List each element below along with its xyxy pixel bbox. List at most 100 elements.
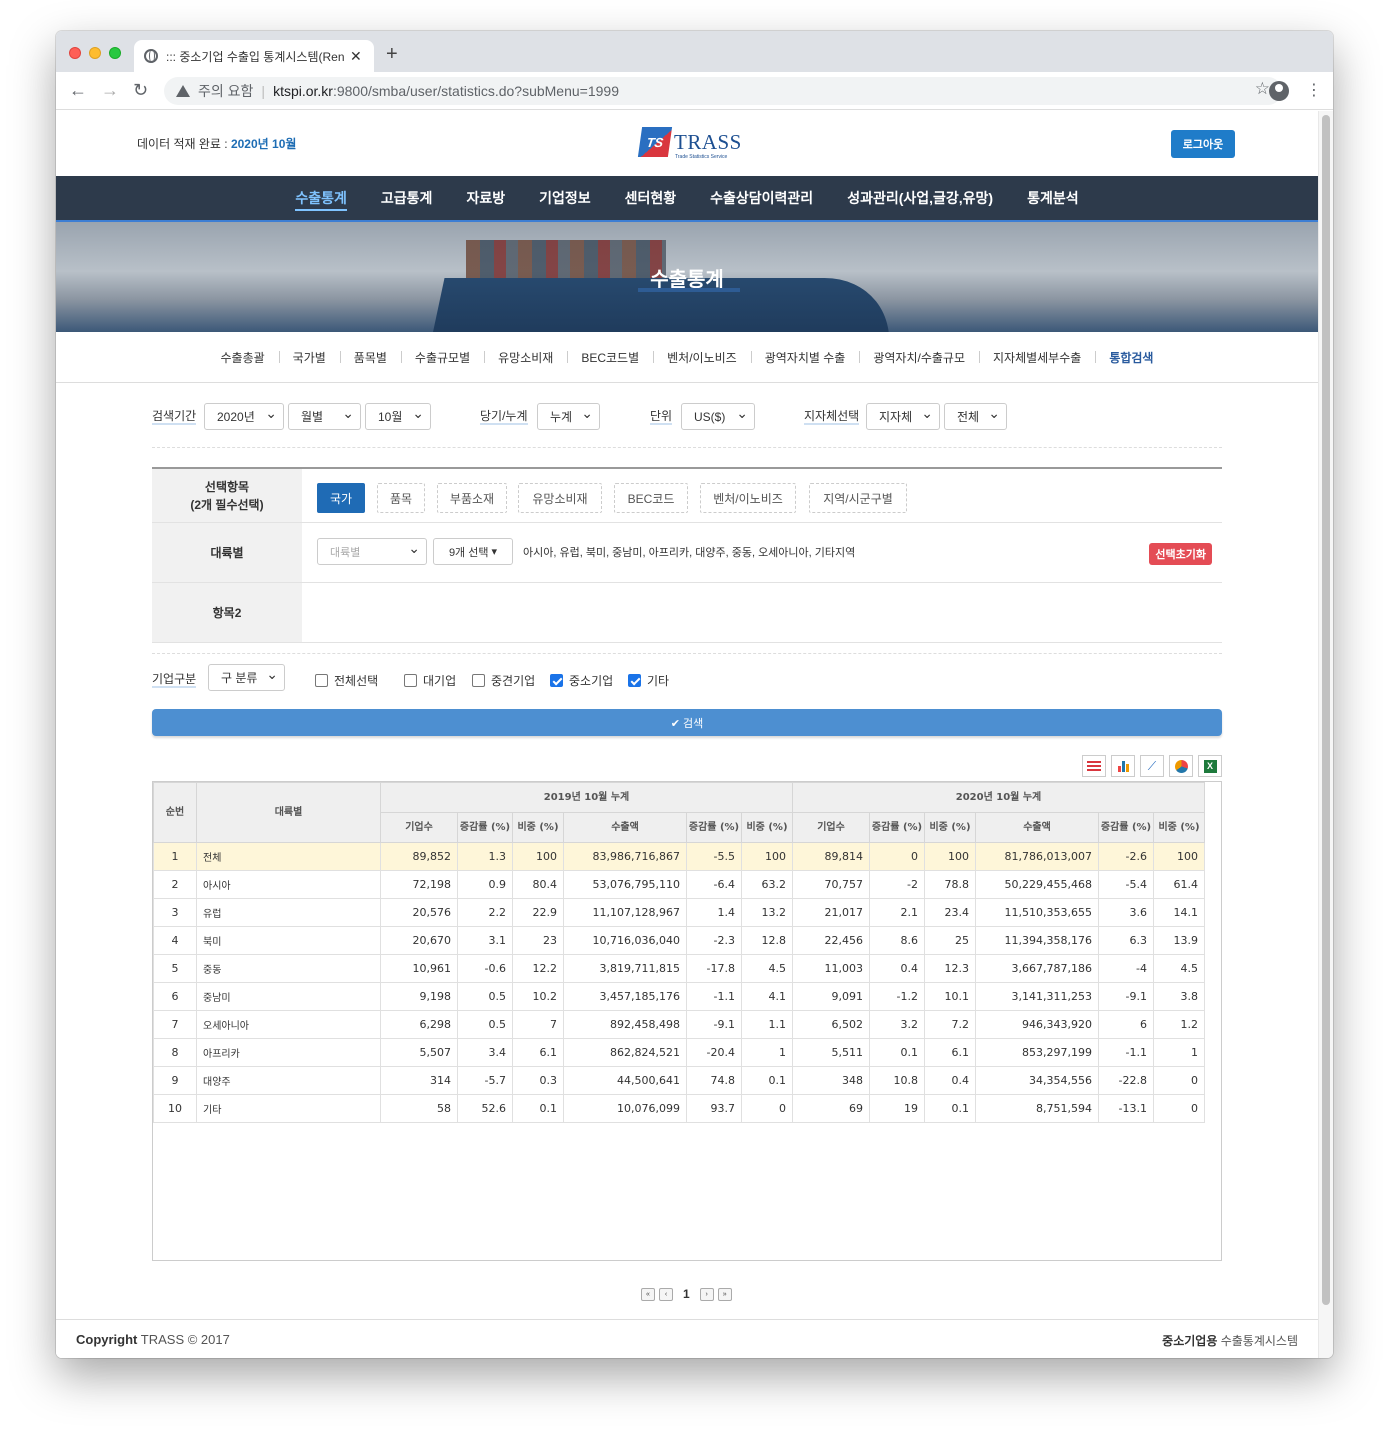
gnb-item-2[interactable]: 자료방 bbox=[449, 175, 522, 221]
chip-4[interactable]: BEC코드 bbox=[614, 483, 688, 513]
table-cell: 34,354,556 bbox=[975, 1066, 1099, 1095]
table-row[interactable]: 9 대양주 314 -5.7 0.3 44,500,641 74.8 0.1 348 10.8 0.… bbox=[153, 1066, 1205, 1095]
company-checkbox-3[interactable]: 중소기업 bbox=[550, 672, 613, 689]
subheader-0-5[interactable]: 비중 (%) bbox=[741, 812, 793, 843]
chip-5[interactable]: 벤처/이노비즈 bbox=[700, 483, 796, 513]
table-row[interactable]: 10 기타 58 52.6 0.1 10,076,099 93.7 0 69 19 0.1 8,751… bbox=[153, 1094, 1205, 1123]
year-select[interactable]: 2020년 bbox=[204, 403, 284, 430]
gnb-item-4[interactable]: 센터현황 bbox=[608, 175, 694, 221]
menu-kebab-icon[interactable]: ⋮ bbox=[1306, 80, 1322, 100]
table-row[interactable]: 8 아프리카 5,507 3.4 6.1 862,824,521 -20.4 1 5,511 0.… bbox=[153, 1038, 1205, 1067]
bar-chart-icon[interactable] bbox=[1111, 755, 1135, 777]
continent-select[interactable]: 대륙별 bbox=[317, 538, 427, 565]
checkbox-box[interactable] bbox=[404, 674, 417, 687]
gnb-item-3[interactable]: 기업정보 bbox=[522, 175, 608, 221]
subheader-0-3[interactable]: 수출액 bbox=[563, 812, 687, 843]
subheader-1-4[interactable]: 증감률 (%) bbox=[1098, 812, 1154, 843]
table-row[interactable]: 2 아시아 72,198 0.9 80.4 53,076,795,110 -6.4 63.2 7… bbox=[153, 870, 1205, 899]
lnb-item-8[interactable]: 광역자치/수출규모 bbox=[859, 349, 979, 366]
gnb-item-5[interactable]: 수출상담이력관리 bbox=[693, 175, 830, 221]
forward-icon[interactable]: → bbox=[101, 80, 119, 101]
bookmark-star-icon[interactable]: ☆ bbox=[1255, 79, 1270, 99]
table-row[interactable]: 6 중남미 9,198 0.5 10.2 3,457,185,176 -1.1 4.1 9,09… bbox=[153, 982, 1205, 1011]
lnb-item-0[interactable]: 수출총괄 bbox=[207, 349, 279, 366]
account-icon[interactable] bbox=[1269, 81, 1289, 101]
chip-2[interactable]: 부품소재 bbox=[437, 483, 507, 513]
lnb-item-6[interactable]: 벤처/이노비즈 bbox=[653, 349, 751, 366]
browser-tab[interactable]: ::: 중소기업 수출입 통계시스템(Renewal) ✕ bbox=[134, 40, 374, 72]
lnb-item-2[interactable]: 품목별 bbox=[339, 349, 401, 366]
chip-1[interactable]: 품목 bbox=[377, 483, 425, 513]
lnb-item-4[interactable]: 유망소비재 bbox=[484, 349, 567, 366]
scrollbar-thumb[interactable] bbox=[1322, 115, 1330, 1305]
address-bar[interactable]: 주의 요함 | ktspi.or.kr:9800/smba/user/stati… bbox=[164, 77, 1282, 105]
table-row[interactable]: 3 유럽 20,576 2.2 22.9 11,107,128,967 1.4 13.2 21,… bbox=[153, 898, 1205, 927]
checkbox-box[interactable] bbox=[628, 674, 641, 687]
next-page-icon[interactable]: › bbox=[699, 1287, 714, 1301]
continent-multiselect-button[interactable]: 9개 선택 ▾ bbox=[433, 538, 513, 565]
close-window-button[interactable] bbox=[69, 47, 81, 59]
back-icon[interactable]: ← bbox=[69, 80, 87, 101]
gnb-item-7[interactable]: 통계분석 bbox=[1010, 175, 1096, 221]
trass-logo[interactable]: TS TRASS Trade Statistics Service bbox=[637, 127, 742, 160]
local-value-select[interactable]: 전체 bbox=[944, 403, 1007, 430]
company-checkbox-1[interactable]: 대기업 bbox=[404, 672, 456, 689]
lnb-item-3[interactable]: 수출규모별 bbox=[400, 349, 484, 366]
col-header-no[interactable]: 순번 bbox=[153, 782, 197, 843]
chip-0[interactable]: 국가 bbox=[317, 483, 365, 513]
subheader-1-1[interactable]: 증감률 (%) bbox=[869, 812, 925, 843]
local-type-select[interactable]: 지자체 bbox=[866, 403, 940, 430]
prev-page-icon[interactable]: ‹ bbox=[659, 1287, 673, 1301]
lnb-item-1[interactable]: 국가별 bbox=[278, 349, 340, 366]
subheader-1-5[interactable]: 비중 (%) bbox=[1153, 812, 1205, 843]
line-chart-icon[interactable]: ⟋ bbox=[1140, 755, 1164, 777]
lnb-item-7[interactable]: 광역자치별 수출 bbox=[750, 349, 860, 366]
unit-select[interactable]: US($) bbox=[681, 403, 755, 430]
subheader-0-2[interactable]: 비중 (%) bbox=[512, 812, 564, 843]
new-tab-icon[interactable]: + bbox=[386, 43, 398, 66]
company-checkbox-2[interactable]: 중견기업 bbox=[472, 672, 535, 689]
close-tab-icon[interactable]: ✕ bbox=[350, 48, 362, 65]
subheader-0-4[interactable]: 증감률 (%) bbox=[686, 812, 742, 843]
excel-icon[interactable]: X bbox=[1198, 755, 1222, 777]
pie-chart-icon[interactable] bbox=[1169, 755, 1193, 777]
lnb-item-10[interactable]: 통합검색 bbox=[1095, 349, 1167, 366]
company-class-select[interactable]: 구 분류 bbox=[208, 664, 285, 691]
gnb-item-1[interactable]: 고급통계 bbox=[364, 175, 450, 221]
chip-3[interactable]: 유망소비재 bbox=[518, 483, 602, 513]
subheader-0-1[interactable]: 증감률 (%) bbox=[457, 812, 513, 843]
checkbox-box[interactable] bbox=[315, 674, 328, 687]
first-page-icon[interactable]: « bbox=[641, 1287, 655, 1301]
list-icon[interactable] bbox=[1082, 755, 1106, 777]
month-select[interactable]: 10월 bbox=[365, 403, 431, 430]
subheader-1-2[interactable]: 비중 (%) bbox=[924, 812, 976, 843]
reset-selection-button[interactable]: 선택초기화 bbox=[1149, 543, 1212, 565]
gnb-item-0[interactable]: 수출통계 bbox=[278, 175, 364, 221]
maximize-window-button[interactable] bbox=[109, 47, 121, 59]
search-button[interactable]: ✔ 검색 bbox=[152, 709, 1222, 736]
checkbox-box[interactable] bbox=[550, 674, 563, 687]
chip-6[interactable]: 지역/시군구별 bbox=[809, 483, 907, 513]
company-checkbox-0[interactable]: 전체선택 bbox=[315, 672, 378, 689]
cumulative-select[interactable]: 누계 bbox=[537, 403, 600, 430]
gnb-item-6[interactable]: 성과관리(사업,글강,유망) bbox=[830, 175, 1010, 221]
reload-icon[interactable]: ↻ bbox=[133, 80, 148, 101]
company-checkbox-4[interactable]: 기타 bbox=[628, 672, 669, 689]
checkbox-box[interactable] bbox=[472, 674, 485, 687]
subheader-1-3[interactable]: 수출액 bbox=[975, 812, 1099, 843]
subheader-1-0[interactable]: 기업수 bbox=[792, 812, 870, 843]
table-row[interactable]: 1 전체 89,852 1.3 100 83,986,716,867 -5.5 100 89,8… bbox=[153, 842, 1205, 871]
last-page-icon[interactable]: » bbox=[717, 1287, 732, 1301]
table-row[interactable]: 7 오세아니아 6,298 0.5 7 892,458,498 -9.1 1.1 6,502 3.… bbox=[153, 1010, 1205, 1039]
col-header-category[interactable]: 대륙별 bbox=[196, 782, 381, 843]
page-number[interactable]: 1 bbox=[683, 1287, 690, 1301]
table-row[interactable]: 4 북미 20,670 3.1 23 10,716,036,040 -2.3 12.8 22,4… bbox=[153, 926, 1205, 955]
logout-button[interactable]: 로그아웃 bbox=[1171, 130, 1235, 158]
page-scrollbar[interactable] bbox=[1318, 111, 1333, 1358]
subheader-0-0[interactable]: 기업수 bbox=[380, 812, 458, 843]
table-row[interactable]: 5 중동 10,961 -0.6 12.2 3,819,711,815 -17.8 4.5 11… bbox=[153, 954, 1205, 983]
lnb-item-5[interactable]: BEC코드별 bbox=[567, 349, 653, 366]
lnb-item-9[interactable]: 지자체별세부수출 bbox=[978, 349, 1095, 366]
minimize-window-button[interactable] bbox=[89, 47, 101, 59]
period-type-select[interactable]: 월별 bbox=[288, 403, 361, 430]
